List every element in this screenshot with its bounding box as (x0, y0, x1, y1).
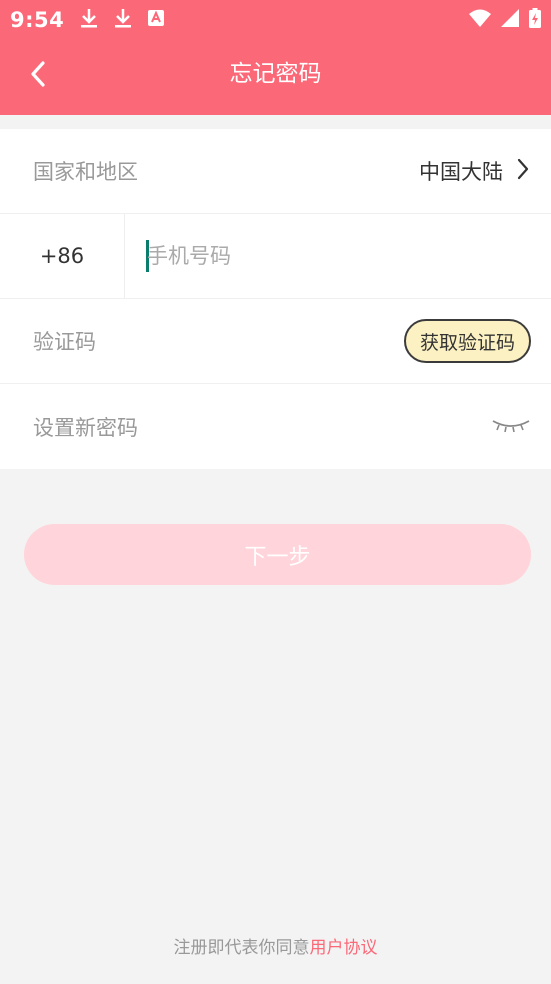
password-row[interactable]: 设置新密码 (0, 384, 551, 469)
verification-label: 验证码 (33, 330, 96, 354)
get-code-button[interactable]: 获取验证码 (403, 319, 531, 363)
agreement-footer: 注册即代表你同意用户协议 (0, 933, 551, 958)
download-icon (114, 8, 132, 32)
verification-row: 验证码 获取验证码 (0, 299, 551, 384)
phone-row: +86 (0, 213, 551, 299)
region-label: 国家和地区 (33, 160, 138, 184)
system-icons (469, 8, 541, 32)
nav-bar: 忘记密码 (0, 40, 551, 115)
password-label: 设置新密码 (33, 415, 138, 440)
region-value: 中国大陆 (419, 160, 503, 184)
app-notification-icon (148, 10, 165, 30)
user-agreement-link[interactable]: 用户协议 (310, 938, 378, 958)
region-row[interactable]: 国家和地区 中国大陆 (0, 129, 551, 214)
country-code[interactable]: +86 (0, 213, 125, 299)
status-bar: 9:54 (0, 0, 551, 40)
page-title: 忘记密码 (229, 61, 322, 87)
reset-password-form: 国家和地区 中国大陆 +86 验证码 获取验证码 设置新密码 (0, 129, 551, 469)
status-time: 9:54 (10, 8, 65, 32)
wifi-icon (469, 9, 491, 31)
next-step-button[interactable]: 下一步 (24, 524, 531, 585)
signal-icon (501, 9, 519, 31)
battery-icon (529, 8, 541, 32)
header: 9:54 忘记密码 (0, 0, 551, 115)
chevron-right-icon (517, 158, 529, 184)
eye-closed-icon[interactable] (491, 417, 531, 437)
notification-icons (80, 8, 165, 32)
agreement-text: 注册即代表你同意 (173, 938, 310, 958)
phone-input[interactable] (125, 213, 551, 299)
download-icon (80, 8, 98, 32)
